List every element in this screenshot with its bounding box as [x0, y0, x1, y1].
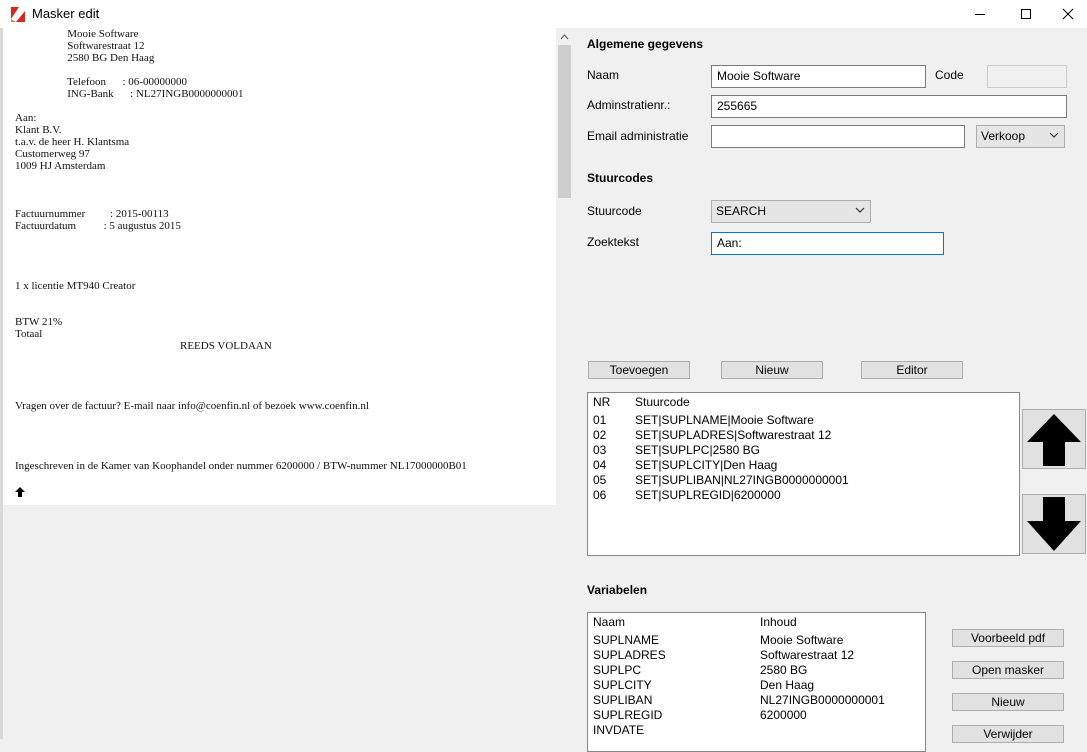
- list-item-code[interactable]: SET|SUPLIBAN|NL27INGB0000000001: [635, 473, 849, 487]
- list-item-code[interactable]: SET|SUPLCITY|Den Haag: [635, 458, 777, 472]
- list-item-inhoud[interactable]: Mooie Software: [760, 633, 843, 647]
- invoice-preview-text: Mooie Software Softwarestraat 12 2580 BG…: [15, 28, 467, 472]
- naam-input[interactable]: Mooie Software: [711, 65, 926, 88]
- verwijder-button[interactable]: Verwijder: [952, 725, 1064, 743]
- list-item-naam[interactable]: INVDATE: [593, 723, 644, 737]
- variabelen-list[interactable]: Naam Inhoud SUPLNAME Mooie Software SUPL…: [587, 612, 926, 752]
- adminnr-input[interactable]: 255665: [711, 95, 1067, 118]
- arrow-up-icon: [1027, 414, 1081, 466]
- voorbeeld-pdf-button[interactable]: Voorbeeld pdf: [952, 629, 1064, 647]
- window-title: Masker edit: [32, 6, 100, 21]
- column-header-naam[interactable]: Naam: [593, 615, 625, 629]
- close-button[interactable]: [1049, 0, 1087, 28]
- list-item-nr[interactable]: 04: [593, 458, 606, 472]
- scroll-up-icon[interactable]: [556, 28, 573, 45]
- move-down-button[interactable]: [1022, 494, 1086, 554]
- move-up-button[interactable]: [1022, 409, 1086, 469]
- preview-scrollbar[interactable]: [556, 28, 573, 739]
- toevoegen-button[interactable]: Toevoegen: [588, 361, 690, 379]
- invoice-preview[interactable]: Mooie Software Softwarestraat 12 2580 BG…: [3, 28, 556, 505]
- list-item-inhoud[interactable]: 2580 BG: [760, 663, 807, 677]
- naam-label: Naam: [587, 68, 620, 82]
- column-header-stuurcode[interactable]: Stuurcode: [635, 395, 690, 409]
- code-input[interactable]: [987, 65, 1067, 88]
- list-item-inhoud[interactable]: NL27INGB0000000001: [760, 693, 885, 707]
- scrollbar-thumb[interactable]: [558, 45, 571, 198]
- code-label: Code: [935, 68, 964, 82]
- stuurcodes-list[interactable]: NR Stuurcode 01 SET|SUPLNAME|Mooie Softw…: [587, 392, 1020, 556]
- editor-button[interactable]: Editor: [861, 361, 963, 379]
- list-item-naam[interactable]: SUPLPC: [593, 663, 641, 677]
- zoektekst-label: Zoektekst: [587, 235, 640, 249]
- list-item-nr[interactable]: 01: [593, 413, 606, 427]
- adminnr-label: Adminstratienr.:: [587, 98, 671, 112]
- general-section-title: Algemene gegevens: [587, 37, 704, 51]
- list-item-code[interactable]: SET|SUPLNAME|Mooie Software: [635, 413, 814, 427]
- stuurcodes-section-title: Stuurcodes: [587, 171, 654, 185]
- list-item-nr[interactable]: 05: [593, 473, 606, 487]
- open-masker-button[interactable]: Open masker: [952, 661, 1064, 679]
- zoektekst-input[interactable]: Aan:: [711, 232, 944, 255]
- list-item-nr[interactable]: 06: [593, 488, 606, 502]
- maximize-icon: [1021, 9, 1031, 19]
- stuurcode-select-value: SEARCH: [716, 204, 767, 218]
- chevron-down-icon: [855, 204, 865, 221]
- list-item-code[interactable]: SET|SUPLPC|2580 BG: [635, 443, 760, 457]
- chevron-down-icon: [1049, 129, 1059, 146]
- mouse-cursor-icon: [15, 487, 25, 500]
- list-item-inhoud[interactable]: Softwarestraat 12: [760, 648, 854, 662]
- column-header-nr[interactable]: NR: [593, 395, 610, 409]
- type-select-value: Verkoop: [981, 129, 1026, 143]
- column-header-inhoud[interactable]: Inhoud: [760, 615, 797, 629]
- title-bar: Masker edit: [0, 0, 1087, 28]
- minimize-button[interactable]: [957, 0, 1003, 28]
- email-label: Email administratie: [587, 129, 689, 143]
- app-icon: [10, 6, 26, 22]
- list-item-code[interactable]: SET|SUPLREGID|6200000: [635, 488, 781, 502]
- nieuw-variabele-button[interactable]: Nieuw: [952, 693, 1064, 711]
- list-item-inhoud[interactable]: Den Haag: [760, 678, 814, 692]
- list-item-nr[interactable]: 02: [593, 428, 606, 442]
- stuurcode-label: Stuurcode: [587, 204, 642, 218]
- variabelen-section-title: Variabelen: [587, 583, 648, 597]
- maximize-button[interactable]: [1003, 0, 1049, 28]
- list-item-inhoud[interactable]: 6200000: [760, 708, 807, 722]
- list-item-naam[interactable]: SUPLNAME: [593, 633, 659, 647]
- close-icon: [1062, 8, 1074, 20]
- list-item-naam[interactable]: SUPLIBAN: [593, 693, 652, 707]
- arrow-down-icon: [1027, 497, 1081, 551]
- list-item-naam[interactable]: SUPLREGID: [593, 708, 662, 722]
- list-item-code[interactable]: SET|SUPLADRES|Softwarestraat 12: [635, 428, 831, 442]
- nieuw-stuurcode-button[interactable]: Nieuw: [721, 361, 823, 379]
- email-input[interactable]: [711, 125, 965, 148]
- minimize-icon: [975, 14, 985, 15]
- stuurcode-select[interactable]: SEARCH: [711, 200, 871, 223]
- type-select[interactable]: Verkoop: [976, 125, 1065, 148]
- list-item-naam[interactable]: SUPLADRES: [593, 648, 666, 662]
- list-item-nr[interactable]: 03: [593, 443, 606, 457]
- list-item-naam[interactable]: SUPLCITY: [593, 678, 652, 692]
